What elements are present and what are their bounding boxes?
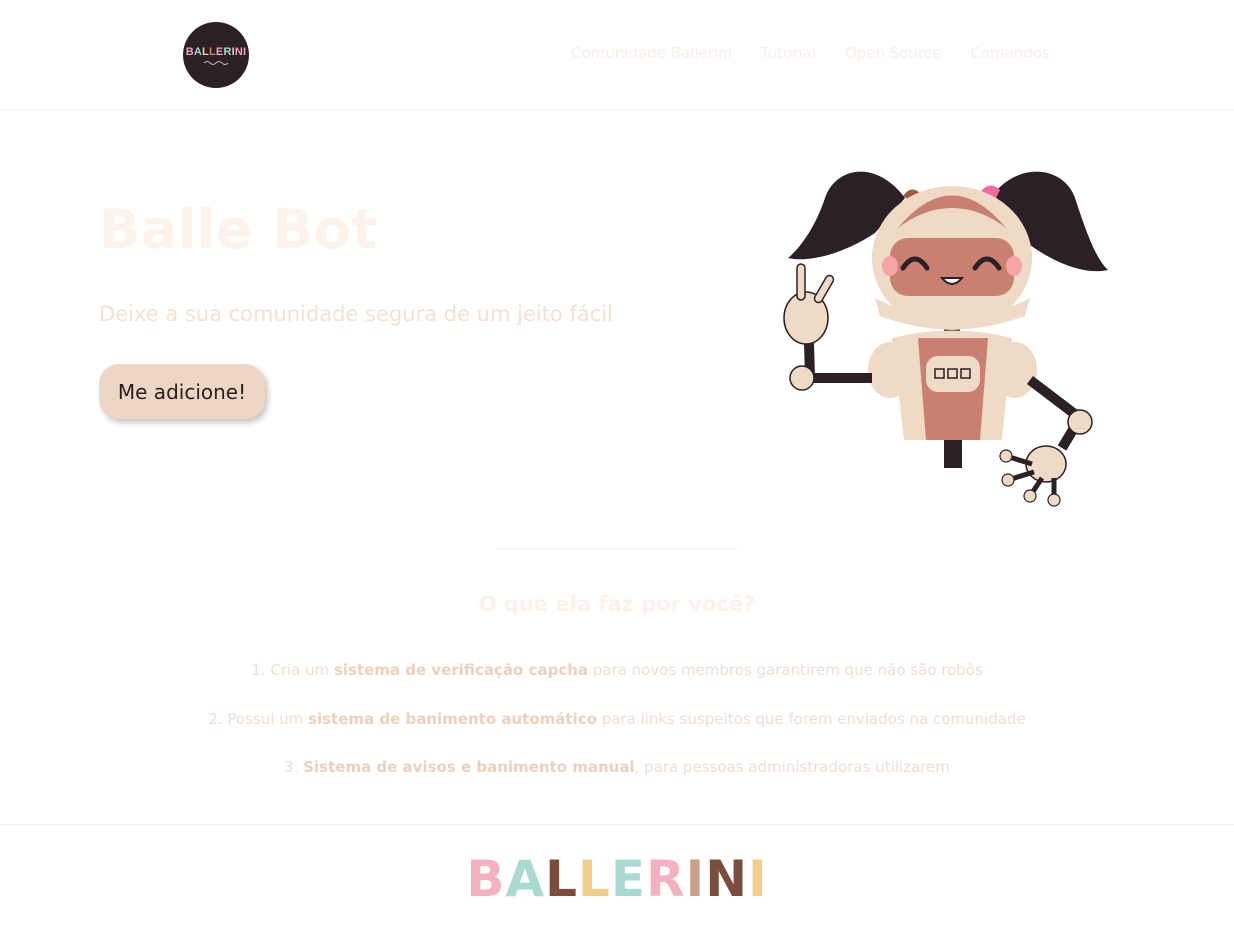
section-divider [497,548,738,549]
feature-item: 3. Sistema de avisos e banimento manual,… [284,758,950,776]
feature-item: 2. Possui um sistema de banimento automá… [208,709,1026,728]
nav-link-comandos[interactable]: Comandos [970,44,1049,62]
nav-link-open-source[interactable]: Open Source [845,44,941,62]
add-bot-button[interactable]: Me adicione! [99,364,265,419]
footer-ballerini-logo: BALLERINI [466,850,768,908]
hero-title: Balle Bot [99,198,378,261]
feature-item: 1. Cria um sistema de verificação capcha… [251,661,983,679]
site-header: BALLERINI Comunidade Ballerini Tutorial … [0,0,1234,110]
ballerini-logo[interactable]: BALLERINI [183,22,249,88]
feature-list: 1. Cria um sistema de verificação capcha… [0,656,1234,802]
nav-link-tutorial[interactable]: Tutorial [761,44,816,62]
logo-wordmark: BALLERINI [185,45,247,58]
logo-squiggle-icon [203,60,229,65]
robot-mascot-illustration [783,171,1108,507]
hero-subtitle: Deixe a sua comunidade segura de um jeit… [99,302,613,326]
features-title: O que ela faz por você? [478,592,756,616]
main-nav: Comunidade Ballerini Tutorial Open Sourc… [571,44,1050,62]
nav-link-comunidade[interactable]: Comunidade Ballerini [571,44,732,62]
